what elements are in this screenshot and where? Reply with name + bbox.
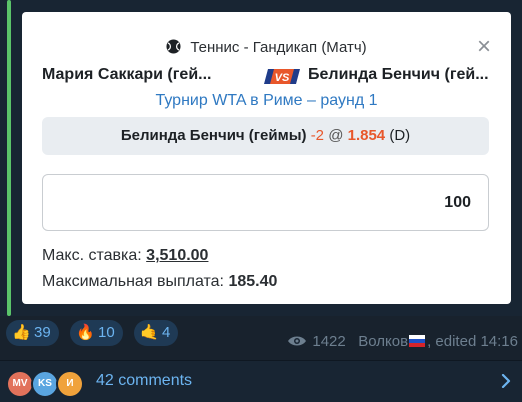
reaction-count: 10 xyxy=(98,324,115,341)
stake-input[interactable]: 100 xyxy=(42,174,489,231)
teams-row: Мария Саккари (гей... VS Белинда Бенчич … xyxy=(42,66,499,88)
edited-time: , edited 14:16 xyxy=(427,333,518,350)
selection-at: @ xyxy=(328,127,344,144)
reaction-fire[interactable]: 🔥 10 xyxy=(70,320,123,346)
chevron-right-icon[interactable] xyxy=(500,374,512,388)
bet-card: × Теннис - Гандикап (Матч) Мария Саккари… xyxy=(22,12,511,304)
sport-market-label: Теннис - Гандикап (Матч) xyxy=(190,39,367,56)
max-payout-row: Максимальная выплата: 185.40 xyxy=(42,273,277,291)
message-meta: 1422 Волков , edited 14:16 xyxy=(287,333,518,350)
avatar: И xyxy=(56,370,84,398)
team2-name: Белинда Бенчич (гей... xyxy=(308,66,489,83)
max-stake-label: Макс. ставка: xyxy=(42,247,142,264)
reaction-hand[interactable]: 🤙 4 xyxy=(134,320,179,346)
message-bubble: × Теннис - Гандикап (Матч) Мария Саккари… xyxy=(0,0,522,316)
sport-line: Теннис - Гандикап (Матч) xyxy=(22,39,511,56)
hand-icon: 🤙 xyxy=(140,324,159,341)
reaction-count: 4 xyxy=(162,324,171,341)
vs-text: VS xyxy=(275,72,290,84)
view-count: 1422 xyxy=(312,333,346,350)
thumbs-up-icon: 👍 xyxy=(12,324,31,341)
selection-summary: Белинда Бенчич (геймы) -2 @ 1.854 (D) xyxy=(42,117,489,155)
eye-icon xyxy=(288,336,307,346)
vs-badge-icon: VS xyxy=(264,69,300,84)
selection-name: Белинда Бенчич (геймы) xyxy=(120,127,307,144)
russia-flag-icon xyxy=(409,335,426,347)
reaction-thumbs-up[interactable]: 👍 39 xyxy=(6,320,59,346)
tennis-ball-icon xyxy=(166,39,181,54)
reaction-count: 39 xyxy=(34,324,51,341)
max-stake-value[interactable]: 3,510.00 xyxy=(146,247,208,264)
stake-value: 100 xyxy=(444,194,471,211)
max-stake-row: Макс. ставка: 3,510.00 xyxy=(42,247,208,265)
accent-bar xyxy=(7,0,11,316)
max-payout-value: 185.40 xyxy=(228,273,278,290)
selection-odds: 1.854 xyxy=(347,127,386,144)
comments-link[interactable]: 42 comments xyxy=(96,372,192,390)
team1-name: Мария Саккари (гей... xyxy=(42,66,212,83)
comments-bar[interactable]: MV KS И 42 comments xyxy=(0,360,522,402)
author-name: Волков xyxy=(358,333,409,350)
selection-suffix: (D) xyxy=(389,127,411,144)
max-payout-label: Максимальная выплата: xyxy=(42,273,224,290)
avatar: KS xyxy=(31,370,59,398)
tournament-link[interactable]: Турнир WTA в Риме – раунд 1 xyxy=(22,92,511,110)
avatar: MV xyxy=(6,370,34,398)
fire-icon: 🔥 xyxy=(76,324,95,341)
selection-handicap: -2 xyxy=(310,127,325,144)
